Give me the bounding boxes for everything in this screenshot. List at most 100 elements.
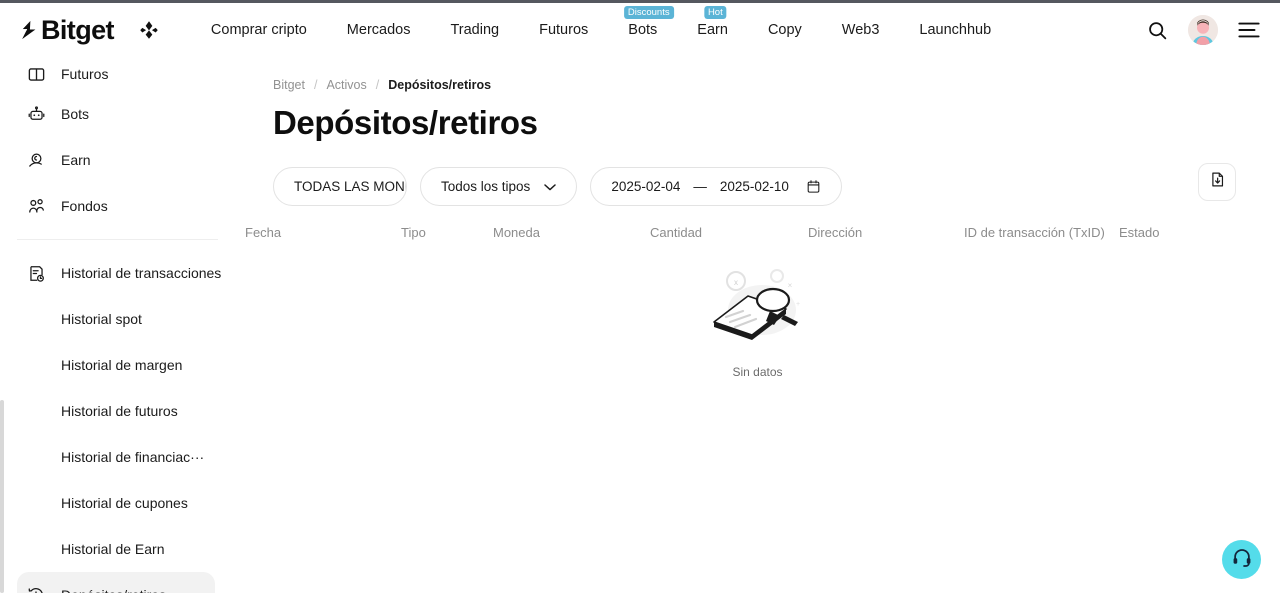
nav-label: Mercados <box>346 22 411 38</box>
nav-label: Bots <box>628 22 658 38</box>
nav-label: Futuros <box>539 22 589 38</box>
main-nav: Comprar cripto Mercados Trading Futuros … <box>191 6 1011 38</box>
svg-text:×: × <box>787 281 792 290</box>
nav-item-futuros[interactable]: Futuros <box>519 22 608 38</box>
coin-filter-label: TODAS LAS MONE <box>294 179 407 194</box>
date-from: 2025-02-04 <box>611 179 681 194</box>
column-header-moneda[interactable]: Moneda <box>493 225 540 240</box>
nav-badge-hot: Hot <box>703 6 727 19</box>
sidebar-item-label: Fondos <box>61 198 108 214</box>
nav-label: Comprar cripto <box>210 22 307 38</box>
date-to: 2025-02-10 <box>719 179 789 194</box>
empty-state: x × + Sin datos <box>235 261 1280 379</box>
sidebar-subitem-historial-de-earn[interactable]: Historial de Earn <box>0 526 235 572</box>
sidebar-subitem-historial-spot[interactable]: Historial spot <box>0 296 235 342</box>
main-content: Bitget / Activos / Depósitos/retiros Dep… <box>235 57 1280 593</box>
headset-support-icon <box>1231 546 1253 573</box>
sidebar-item-earn[interactable]: Earn <box>0 137 235 183</box>
earn-coin-icon <box>26 150 46 170</box>
nav-item-launchhub[interactable]: Launchhub <box>899 22 1011 38</box>
nav-label: Copy <box>767 22 802 38</box>
sidebar-item-label: Futuros <box>61 66 109 82</box>
sidebar-subitem-label: Historial de futuros <box>61 403 178 419</box>
robot-icon <box>26 104 46 124</box>
no-data-document-magnifier-icon: x × + <box>706 266 810 357</box>
header-actions <box>1147 15 1260 45</box>
diamond-grid-icon[interactable] <box>114 20 159 40</box>
table-header-row: Fecha Tipo Moneda Cantidad Dirección ID … <box>235 225 1280 261</box>
sidebar-subitem-label: Historial de financiac··· <box>61 449 205 465</box>
sidebar-subitem-label: Historial de Earn <box>61 541 165 557</box>
nav-item-copy[interactable]: Copy <box>748 22 822 38</box>
nav-label: Launchhub <box>919 22 992 38</box>
sidebar-item-label: Historial de transacciones <box>61 265 222 281</box>
chevron-down-icon <box>544 183 557 191</box>
sidebar-subitem-historial-de-margen[interactable]: Historial de margen <box>0 342 235 388</box>
coin-filter-dropdown[interactable]: TODAS LAS MONE <box>273 167 407 206</box>
avatar[interactable] <box>1188 15 1218 45</box>
date-range-picker[interactable]: 2025-02-04 — 2025-02-10 <box>590 167 842 206</box>
column-header-txid[interactable]: ID de transacción (TxID) <box>964 225 1105 240</box>
document-clock-icon <box>26 263 46 283</box>
sidebar-divider <box>17 239 218 240</box>
support-chat-button[interactable] <box>1222 540 1261 579</box>
breadcrumb-root[interactable]: Bitget <box>273 78 305 92</box>
sidebar-subitem-historial-de-cupones[interactable]: Historial de cupones <box>0 480 235 526</box>
nav-badge-discounts: Discounts <box>623 6 674 19</box>
people-icon <box>26 196 46 216</box>
nav-item-mercados[interactable]: Mercados <box>327 22 431 38</box>
type-filter-dropdown[interactable]: Todos los tipos <box>420 167 578 206</box>
nav-label: Trading <box>450 22 500 38</box>
sidebar-item-label: Earn <box>61 152 91 168</box>
svg-text:x: x <box>734 278 738 287</box>
export-button[interactable] <box>1198 163 1236 201</box>
nav-item-earn[interactable]: Hot Earn <box>677 6 748 38</box>
sidebar-item-historial-de-transacciones[interactable]: Historial de transacciones <box>0 250 235 296</box>
sidebar-item-label: Bots <box>61 106 90 122</box>
download-document-icon <box>1209 171 1226 193</box>
page-title: Depósitos/retiros <box>273 104 538 141</box>
breadcrumb-current: Depósitos/retiros <box>388 78 492 92</box>
nav-item-bots[interactable]: Discounts Bots <box>608 6 677 38</box>
sidebar: Futuros Bots Earn Fondos Historial de tr… <box>0 57 235 593</box>
sidebar-item-fondos[interactable]: Fondos <box>0 183 235 229</box>
nav-item-comprar-cripto[interactable]: Comprar cripto <box>191 22 327 38</box>
svg-text:+: + <box>795 301 799 308</box>
date-range-separator: — <box>693 179 707 194</box>
sidebar-item-label: Depósitos/retiros <box>61 587 166 593</box>
type-filter-label: Todos los tipos <box>441 179 531 194</box>
sidebar-item-depositos-retiros[interactable]: Depósitos/retiros <box>17 572 215 593</box>
futures-icon <box>26 64 46 84</box>
column-header-tipo[interactable]: Tipo <box>401 225 426 240</box>
history-clock-icon <box>26 585 46 593</box>
sidebar-subitem-label: Historial de margen <box>61 357 183 373</box>
sidebar-scrollbar[interactable] <box>0 400 4 593</box>
breadcrumb-separator: / <box>375 78 380 92</box>
nav-item-web3[interactable]: Web3 <box>822 22 900 38</box>
column-header-cantidad[interactable]: Cantidad <box>650 225 702 240</box>
nav-label: Earn <box>697 22 728 38</box>
empty-state-text: Sin datos <box>732 365 783 379</box>
nav-label: Web3 <box>841 22 880 38</box>
filter-bar: TODAS LAS MONE Todos los tipos 2025-02-0… <box>273 167 1280 206</box>
breadcrumb-parent[interactable]: Activos <box>326 78 366 92</box>
hamburger-menu-icon[interactable] <box>1238 21 1260 39</box>
bitget-s-logo-icon <box>18 19 40 41</box>
logo-text: Bitget <box>41 14 115 45</box>
sidebar-subitem-label: Historial de cupones <box>61 495 188 511</box>
column-header-fecha[interactable]: Fecha <box>245 225 281 240</box>
nav-item-trading[interactable]: Trading <box>430 22 519 38</box>
bitget-logo[interactable]: Bitget <box>18 14 115 46</box>
column-header-direccion[interactable]: Dirección <box>808 225 862 240</box>
site-header: Bitget Comprar cripto Mercados Trading F… <box>0 3 1280 57</box>
breadcrumb-separator: / <box>313 78 318 92</box>
sidebar-item-bots[interactable]: Bots <box>0 91 235 137</box>
sidebar-item-futuros[interactable]: Futuros <box>0 57 235 91</box>
column-header-estado[interactable]: Estado <box>1119 225 1159 240</box>
breadcrumb: Bitget / Activos / Depósitos/retiros <box>273 78 1280 92</box>
calendar-icon <box>806 179 821 194</box>
sidebar-subitem-historial-de-financiacion[interactable]: Historial de financiac··· <box>0 434 235 480</box>
sidebar-subitem-historial-de-futuros[interactable]: Historial de futuros <box>0 388 235 434</box>
search-icon[interactable] <box>1147 20 1168 41</box>
sidebar-subitem-label: Historial spot <box>61 311 142 327</box>
